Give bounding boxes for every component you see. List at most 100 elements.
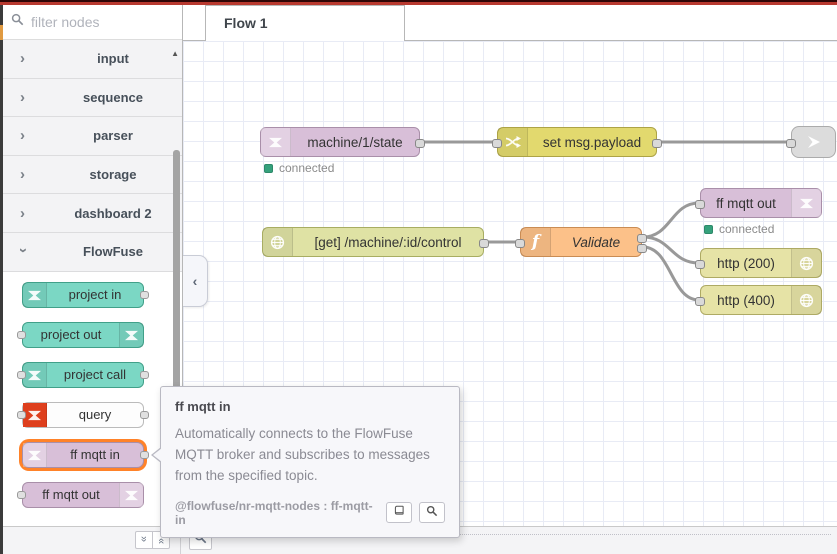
globe-icon (791, 286, 821, 314)
palette-category-storage[interactable]: › storage (3, 155, 182, 195)
palette-node-ff-mqtt-out[interactable]: ff mqtt out (17, 482, 144, 508)
scroll-up-icon[interactable]: ▲ (171, 49, 179, 58)
palette-node-label: project in (68, 287, 122, 302)
palette-node-label: project call (63, 367, 127, 382)
palette-category-sequence[interactable]: › sequence (3, 78, 182, 118)
flow-node-label: http (200) (717, 255, 775, 271)
chevron-right-icon: › (20, 204, 25, 222)
flowfuse-icon (119, 483, 143, 507)
flow-node-http-response-400[interactable]: http (400) (695, 285, 822, 315)
output-port[interactable] (479, 238, 489, 248)
output-port[interactable] (637, 233, 647, 243)
input-port[interactable] (786, 138, 796, 148)
category-label: parser (93, 128, 133, 144)
palette-category-dashboard-2[interactable]: › dashboard 2 (3, 194, 182, 233)
flow-node-http-in-get-control[interactable]: [get] /machine/:id/control (262, 227, 489, 257)
wire[interactable] (641, 201, 701, 239)
flowfuse-icon (791, 189, 821, 217)
input-port[interactable] (695, 199, 705, 209)
palette-filter-input[interactable] (31, 14, 174, 30)
category-label: FlowFuse (83, 244, 143, 260)
output-port[interactable] (415, 138, 425, 148)
expand-all-icon: « (155, 537, 167, 543)
palette-node-label: project out (40, 327, 102, 342)
flow-node-label: machine/1/state (307, 134, 403, 150)
book-icon (393, 504, 405, 522)
flow-node-label: Validate (571, 234, 621, 250)
palette-search (3, 5, 182, 40)
output-port[interactable] (140, 291, 149, 299)
palette-node-ff-mqtt-in[interactable]: ff mqtt in (22, 442, 149, 468)
palette-node-project-in[interactable]: project in (22, 282, 149, 308)
flowfuse-icon (261, 128, 291, 156)
flowfuse-icon (119, 323, 143, 347)
input-port[interactable] (17, 331, 26, 339)
palette-node-project-call[interactable]: project call (17, 362, 149, 388)
palette-collapse-button[interactable]: ‹ (183, 255, 208, 307)
chevron-right-icon: › (15, 248, 33, 254)
collapse-all-button[interactable]: « (135, 531, 153, 549)
input-port[interactable] (515, 238, 525, 248)
chevron-left-icon: ‹ (192, 273, 198, 289)
wire[interactable] (641, 245, 701, 302)
find-node-button[interactable] (419, 502, 445, 524)
flow-node-function-validate[interactable]: f Validate (515, 227, 647, 257)
collapse-all-icon: « (138, 537, 150, 543)
category-label: input (97, 51, 129, 67)
output-port[interactable] (140, 451, 149, 459)
node-red-editor: › input› sequence› parser› storage› dash… (0, 0, 837, 554)
input-port[interactable] (17, 491, 26, 499)
palette-categories: › input › sequence › parser › storage › dash… (3, 40, 182, 272)
palette-node-label: query (78, 407, 112, 422)
node-status: connected (264, 161, 334, 175)
tooltip-title: ff mqtt in (175, 399, 231, 414)
flow-node-link-out[interactable] (786, 126, 836, 158)
flow-node-label: http (400) (717, 292, 775, 308)
flowfuse-icon (23, 403, 47, 427)
flow-node-http-response-200[interactable]: http (200) (695, 248, 822, 278)
input-port[interactable] (695, 296, 705, 306)
palette-category-input[interactable]: › input (3, 40, 182, 79)
search-icon (11, 13, 24, 31)
flow-node-label: [get] /machine/:id/control (314, 234, 462, 250)
docs-button[interactable] (386, 502, 412, 524)
magnifier-icon (426, 504, 438, 522)
flowfuse-icon (23, 443, 47, 467)
node-status: connected (704, 222, 774, 236)
workspace-tab-bar: Flow 1 (183, 5, 837, 41)
shuffle-icon (498, 128, 528, 156)
output-port[interactable] (637, 243, 647, 253)
output-port[interactable] (140, 371, 149, 379)
window-left-border (0, 0, 3, 554)
tab-flow-1[interactable]: Flow 1 (205, 5, 405, 41)
link-out-icon (792, 127, 835, 157)
flow-node-mqtt-out-ff[interactable]: ff mqtt out (695, 188, 822, 218)
palette-node-project-out[interactable]: project out (17, 322, 144, 348)
function-icon: f (521, 228, 551, 256)
tab-label: Flow 1 (224, 15, 268, 31)
window-top-border (0, 0, 837, 5)
flowfuse-icon (23, 363, 47, 387)
chevron-right-icon: › (20, 50, 25, 68)
palette-category-flowfuse[interactable]: › FlowFuse (3, 232, 182, 272)
chevron-right-icon: › (20, 166, 25, 184)
chevron-right-icon: › (20, 88, 25, 106)
output-port[interactable] (652, 138, 662, 148)
input-port[interactable] (17, 371, 26, 379)
flow-node-label: ff mqtt out (716, 195, 776, 211)
globe-icon (791, 249, 821, 277)
output-port[interactable] (140, 411, 149, 419)
palette-category-parser[interactable]: › parser (3, 117, 182, 156)
input-port[interactable] (492, 138, 502, 148)
window-left-notch (0, 25, 3, 40)
flow-node-mqtt-in-machine-state[interactable]: machine/1/state (260, 127, 425, 157)
status-connected-icon (704, 224, 713, 234)
flow-node-label: set msg.payload (542, 134, 642, 150)
input-port[interactable] (695, 259, 705, 269)
category-label: sequence (83, 89, 143, 105)
input-port[interactable] (17, 411, 26, 419)
flow-node-change-set-payload[interactable]: set msg.payload (492, 127, 662, 157)
palette-node-label: ff mqtt in (70, 447, 120, 462)
palette-node-label: ff mqtt out (42, 487, 100, 502)
palette-node-query[interactable]: query (17, 402, 149, 428)
